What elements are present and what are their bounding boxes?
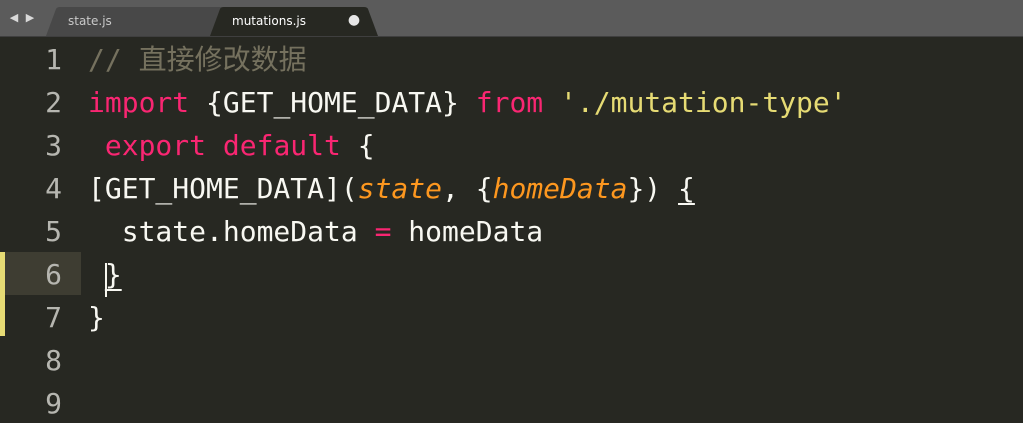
code-parameter: homeData <box>492 172 628 205</box>
code-text: { <box>340 129 375 162</box>
code-keyword: import <box>88 86 190 119</box>
tab-bar: ◀ ▶ state.js × mutations.js ● <box>0 0 1023 37</box>
tab-nav-arrows: ◀ ▶ <box>8 8 36 28</box>
code-comment: // 直接修改数据 <box>88 43 307 76</box>
code-text: }) <box>627 172 679 205</box>
tab-label: state.js <box>68 14 112 28</box>
code-keyword: = <box>374 215 392 248</box>
back-arrow-icon[interactable]: ◀ <box>8 8 20 28</box>
code-line[interactable]: } <box>88 296 105 339</box>
code-parameter: state <box>357 172 443 205</box>
code-text: {GET_HOME_DATA} <box>189 86 476 119</box>
editor-window: ◀ ▶ state.js × mutations.js ● 1 2 3 4 <box>0 0 1023 423</box>
code-keyword: from <box>475 86 544 119</box>
code-text: state.homeData <box>88 215 375 248</box>
code-keyword: default <box>222 129 341 162</box>
code-line[interactable]: // 直接修改数据 <box>88 38 307 81</box>
code-line[interactable]: import {GET_HOME_DATA} from './mutation-… <box>88 81 847 124</box>
tab-label: mutations.js <box>232 14 306 28</box>
unsaved-dot-icon[interactable]: ● <box>346 12 362 28</box>
code-area[interactable]: // 直接修改数据 import {GET_HOME_DATA} from '.… <box>0 37 1023 423</box>
code-text: } <box>88 301 105 334</box>
tab-mutations-js[interactable]: mutations.js ● <box>210 7 380 36</box>
code-brace: { <box>678 172 695 205</box>
tab-state-js[interactable]: state.js × <box>46 7 250 36</box>
code-line[interactable]: [GET_HOME_DATA](state, {homeData}) { <box>88 167 695 210</box>
code-line[interactable]: export default { <box>88 124 375 167</box>
code-text: [GET_HOME_DATA]( <box>88 172 358 205</box>
code-line[interactable]: state.homeData = homeData <box>88 210 543 253</box>
forward-arrow-icon[interactable]: ▶ <box>24 8 36 28</box>
text-cursor <box>105 263 107 297</box>
code-keyword: export <box>104 129 207 162</box>
code-string: './mutation-type' <box>560 86 847 119</box>
code-text: homeData <box>391 215 544 248</box>
code-brace: } <box>104 258 122 291</box>
code-text: , { <box>442 172 493 205</box>
code-editor[interactable]: 1 2 3 4 5 6 7 8 9 // 直接修改数据 import {GET_… <box>0 37 1023 423</box>
